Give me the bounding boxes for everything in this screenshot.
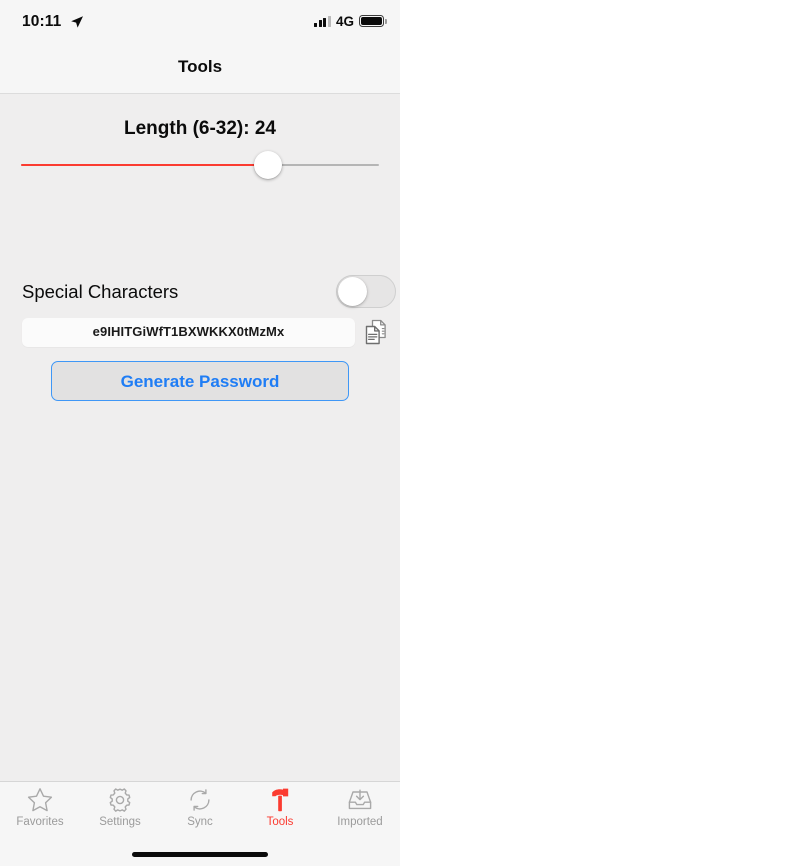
copy-icon[interactable] (362, 317, 390, 349)
password-value: e9IHITGiWfT1BXWKKX0tMzMx (92, 324, 285, 339)
star-icon (25, 785, 55, 814)
tab-label: Favorites (16, 816, 64, 828)
status-bar-time: 10:11 (22, 13, 62, 30)
generate-password-label: Generate Password (120, 372, 280, 391)
generate-password-button[interactable]: Generate Password (51, 361, 349, 401)
special-characters-toggle[interactable] (336, 275, 396, 308)
signal-bars-icon (314, 15, 331, 27)
gear-icon (105, 785, 135, 814)
navigation-bar: Tools (0, 44, 400, 94)
tab-favorites[interactable]: Favorites (0, 782, 80, 840)
location-arrow-icon (71, 16, 83, 28)
tab-sync[interactable]: Sync (160, 782, 240, 840)
tab-label: Tools (266, 816, 294, 828)
sync-icon (185, 785, 215, 814)
length-label: Length (6-32): 24 (123, 118, 277, 139)
slider-thumb[interactable] (254, 151, 283, 179)
status-bar-right: 4G (314, 13, 387, 29)
status-bar: 10:11 4G (0, 0, 400, 44)
phone-screen: 10:11 4G Tools Length (6-32): 24 Special… (0, 0, 400, 866)
tab-tools[interactable]: Tools (240, 782, 320, 840)
toggle-knob (338, 277, 367, 306)
special-characters-label: Special Characters (22, 281, 179, 302)
length-slider[interactable] (21, 148, 379, 182)
tab-label: Settings (99, 816, 141, 828)
page-title: Tools (177, 57, 223, 76)
main-content: Length (6-32): 24 Special Characters e9I… (0, 95, 400, 781)
tab-label: Imported (337, 816, 383, 828)
password-output-field[interactable]: e9IHITGiWfT1BXWKKX0tMzMx (22, 318, 355, 347)
hammer-icon (265, 785, 295, 814)
tab-bar: Favorites Settings Sync Tools Imported (0, 781, 400, 866)
slider-track-filled (21, 164, 269, 166)
tab-label: Sync (187, 816, 213, 828)
tab-settings[interactable]: Settings (80, 782, 160, 840)
network-type-label: 4G (335, 13, 354, 29)
inbox-download-icon (345, 785, 375, 814)
battery-full-icon (359, 14, 387, 28)
home-indicator (132, 852, 268, 857)
tab-imported[interactable]: Imported (320, 782, 400, 840)
